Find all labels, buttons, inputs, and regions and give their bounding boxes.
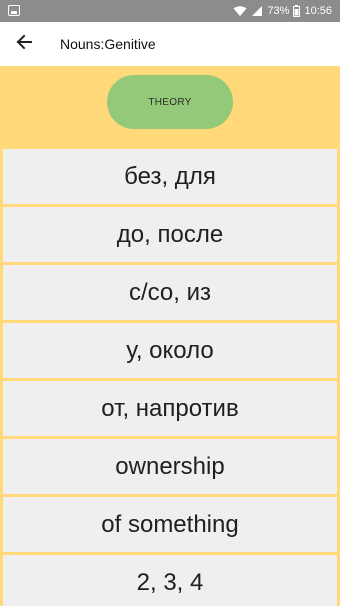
signal-icon (251, 5, 263, 17)
page-title: Nouns:Genitive (60, 36, 156, 52)
status-bar: 73% 10:56 (0, 0, 340, 22)
list-item[interactable]: от, напротив (3, 381, 337, 436)
list-item[interactable]: ownership (3, 439, 337, 494)
list-item[interactable]: до, после (3, 207, 337, 262)
list-item[interactable]: без, для (3, 149, 337, 204)
notification-icon (8, 5, 20, 16)
list-item[interactable]: у, около (3, 323, 337, 378)
status-time: 10:56 (304, 5, 332, 17)
list-item[interactable]: 2, 3, 4 (3, 555, 337, 606)
status-indicators: 73% 10:56 (233, 0, 332, 22)
header-area: THEORY (0, 66, 340, 146)
battery-icon (293, 5, 301, 17)
list-item[interactable]: с/со, из (3, 265, 337, 320)
list-item[interactable]: of something (3, 497, 337, 552)
back-button[interactable] (8, 28, 40, 60)
app-bar: Nouns:Genitive (0, 22, 340, 66)
wifi-icon (233, 5, 247, 17)
theory-button[interactable]: THEORY (107, 75, 233, 129)
app-screen: 73% 10:56 Nouns:Genitive THEORY без, для… (0, 0, 340, 606)
battery-percentage: 73% (267, 5, 290, 17)
arrow-left-icon (16, 34, 32, 55)
